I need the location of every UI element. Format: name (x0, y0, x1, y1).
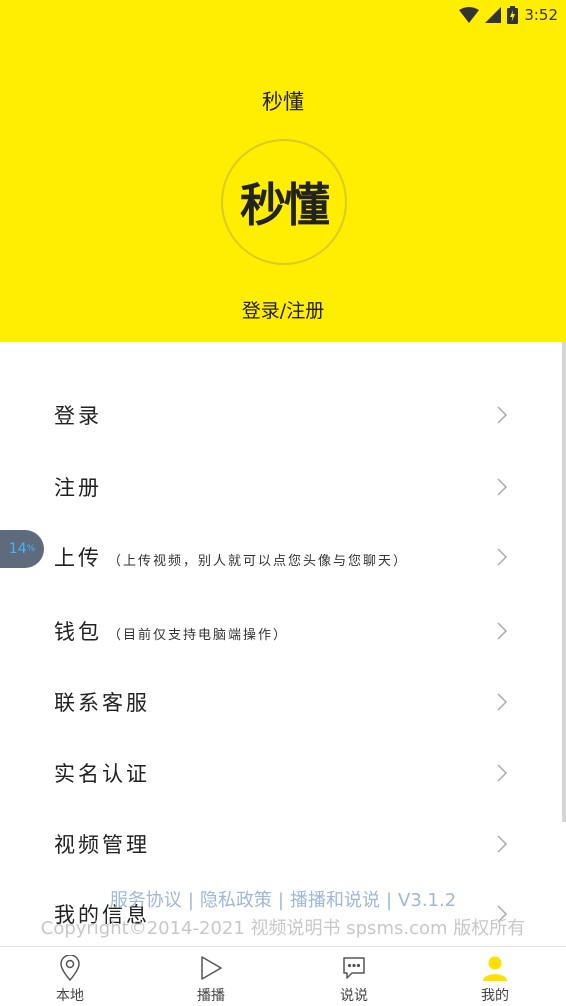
tab-shuoshuo[interactable]: 说说 (304, 947, 404, 1006)
menu-item-wallet[interactable]: 钱包 （目前仅支持电脑端操作） (0, 601, 566, 661)
profile-header: 3:52 秒懂 秒懂 登录/注册 (0, 0, 566, 342)
chevron-right-icon (497, 406, 508, 424)
version-label: V3.1.2 (398, 890, 457, 911)
play-icon (201, 956, 222, 980)
menu-item-label: 钱包 （目前仅支持电脑端操作） (54, 620, 289, 644)
terms-of-service-link[interactable]: 服务协议 (110, 890, 182, 911)
chevron-right-icon (497, 478, 508, 496)
privacy-policy-link[interactable]: 隐私政策 (200, 890, 272, 911)
menu-item-label: 注册 (54, 476, 102, 500)
menu-item-login[interactable]: 登录 (0, 385, 566, 445)
app-logo-text: 秒懂 (240, 178, 330, 232)
cellular-signal-icon (485, 7, 502, 23)
badge-unit: % (26, 544, 36, 554)
tab-label: 本地 (56, 988, 84, 1004)
tab-label: 我的 (481, 988, 509, 1004)
app-logo: 秒懂 (221, 139, 347, 265)
battery-charging-icon (507, 6, 519, 24)
wifi-icon (459, 7, 480, 23)
status-bar: 3:52 (459, 4, 558, 26)
menu-item-label: 实名认证 (54, 762, 150, 786)
copyright-text: Copyright©2014-2021 视频说明书 spsms.com 版权所有 (40, 918, 526, 939)
user-icon (483, 956, 507, 981)
chevron-right-icon (497, 693, 508, 711)
badge-value: 14 (8, 541, 27, 557)
chat-bubble-icon (343, 957, 365, 979)
footer-separator: | (385, 890, 393, 911)
chevron-right-icon (497, 764, 508, 782)
menu-item-label: 视频管理 (54, 833, 150, 857)
app-title: 秒懂 (262, 90, 304, 114)
tab-local[interactable]: 本地 (20, 947, 120, 1006)
floating-speed-badge[interactable]: 14% (0, 530, 44, 568)
footer-separator: | (187, 890, 194, 911)
menu-item-register[interactable]: 注册 (0, 457, 566, 517)
menu-item-label: 联系客服 (54, 691, 150, 715)
menu-item-video-management[interactable]: 视频管理 (0, 814, 566, 874)
tab-bobo[interactable]: 播播 (161, 947, 261, 1006)
bobo-shuoshuo-link[interactable]: 播播和说说 (290, 890, 380, 911)
menu-item-identity-verification[interactable]: 实名认证 (0, 743, 566, 803)
footer-links: 服务协议 | 隐私政策 | 播播和说说 | V3.1.2 (0, 886, 566, 912)
chevron-right-icon (497, 622, 508, 640)
menu-item-label: 上传 （上传视频，别人就可以点您头像与您聊天） (54, 546, 409, 570)
menu-item-upload[interactable]: 上传 （上传视频，别人就可以点您头像与您聊天） (0, 527, 566, 587)
chevron-right-icon (497, 548, 508, 566)
location-pin-icon (60, 955, 80, 981)
tab-mine[interactable]: 我的 (445, 947, 545, 1006)
footer-separator: | (277, 890, 284, 911)
tab-label: 播播 (197, 988, 225, 1004)
menu-item-customer-service[interactable]: 联系客服 (0, 672, 566, 732)
tab-label: 说说 (340, 988, 368, 1004)
chevron-right-icon (497, 835, 508, 853)
menu-item-label: 登录 (54, 404, 102, 428)
login-register-link[interactable]: 登录/注册 (0, 296, 566, 323)
status-time: 3:52 (524, 6, 558, 24)
bottom-tab-bar: 本地 播播 说说 我的 (0, 946, 566, 1006)
